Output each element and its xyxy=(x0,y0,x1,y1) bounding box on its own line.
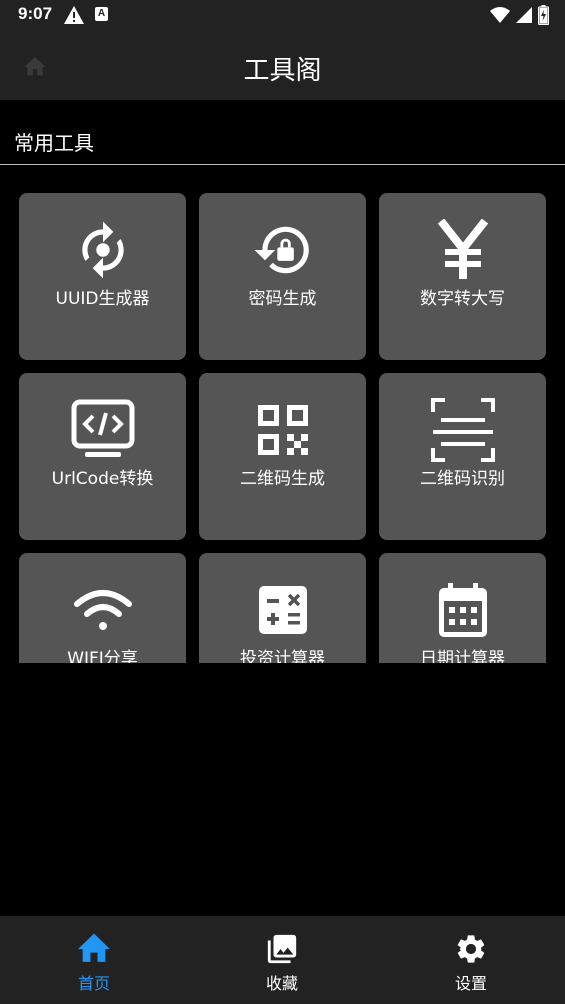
wifi-icon xyxy=(490,7,510,27)
tool-label: 密码生成 xyxy=(248,289,317,309)
tool-label: 数字转大写 xyxy=(420,289,505,309)
tool-label: 投资计算器 xyxy=(240,649,325,663)
yen-icon xyxy=(379,215,546,285)
qrcode-icon xyxy=(199,395,366,465)
tool-label: UrlCode转换 xyxy=(51,469,154,489)
nav-label: 设置 xyxy=(454,974,487,993)
tool-label: UUID生成器 xyxy=(55,289,150,309)
wifi-icon xyxy=(19,575,186,645)
scan-icon xyxy=(379,395,546,465)
tool-label: 二维码生成 xyxy=(240,469,325,489)
nav-home[interactable]: 首页 xyxy=(0,916,188,1004)
divider xyxy=(0,164,565,165)
tool-wifi-share[interactable]: WIFI分享 xyxy=(19,553,186,663)
a-icon: A xyxy=(95,7,108,21)
app-bar: 工具阁 xyxy=(0,32,565,100)
page-title: 工具阁 xyxy=(243,56,322,86)
bottom-nav: 首页 收藏 设置 xyxy=(0,916,565,1004)
section-title: 常用工具 xyxy=(14,131,94,155)
status-bar: 9:07 A xyxy=(0,0,565,32)
tool-label: WIFI分享 xyxy=(67,649,138,663)
calendar-icon xyxy=(379,575,546,645)
tool-label: 二维码识别 xyxy=(420,469,505,489)
nav-favorites[interactable]: 收藏 xyxy=(188,916,376,1004)
tools-grid[interactable]: UUID生成器 密码生成 数字转大写 UrlCode转换 二维码生成 二维码识别… xyxy=(0,166,565,663)
nav-label: 首页 xyxy=(77,974,110,993)
tool-urlcode-convert[interactable]: UrlCode转换 xyxy=(19,373,186,540)
tool-uuid-generator[interactable]: UUID生成器 xyxy=(19,193,186,360)
gear-icon xyxy=(377,932,565,966)
nav-label: 收藏 xyxy=(265,974,298,993)
battery-icon xyxy=(537,5,550,29)
refresh-icon xyxy=(19,215,186,285)
tool-date-calculator[interactable]: 日期计算器 xyxy=(379,553,546,663)
signal-icon xyxy=(516,7,532,27)
code-monitor-icon xyxy=(19,395,186,465)
tool-investment-calculator[interactable]: 投资计算器 xyxy=(199,553,366,663)
nav-settings[interactable]: 设置 xyxy=(377,916,565,1004)
lock-reset-icon xyxy=(199,215,366,285)
tool-number-to-uppercase[interactable]: 数字转大写 xyxy=(379,193,546,360)
tool-qrcode-generate[interactable]: 二维码生成 xyxy=(199,373,366,540)
status-icons xyxy=(490,5,550,29)
gallery-icon xyxy=(188,932,376,966)
status-time: 9:07 xyxy=(18,4,53,23)
tool-password-generator[interactable]: 密码生成 xyxy=(199,193,366,360)
warning-icon xyxy=(64,6,84,28)
tool-qrcode-recognize[interactable]: 二维码识别 xyxy=(379,373,546,540)
tool-label: 日期计算器 xyxy=(420,649,505,663)
home-icon xyxy=(0,932,188,962)
calculator-icon xyxy=(199,575,366,645)
